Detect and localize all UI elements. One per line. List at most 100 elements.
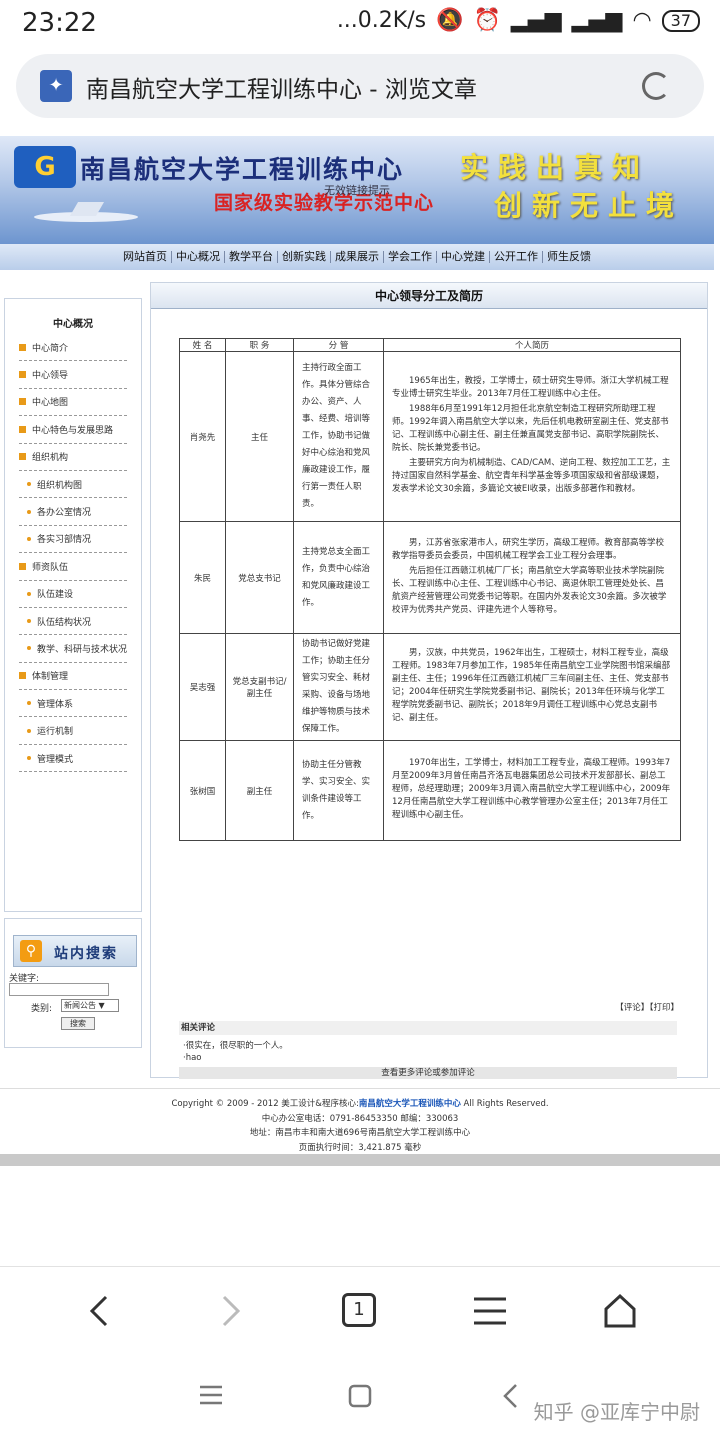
copyright-line: Copyright © 2009 - 2012 美工设计&程序核心:南昌航空大学… (0, 1097, 720, 1112)
bullet-icon (19, 343, 26, 351)
university-logo-icon: G (14, 146, 76, 188)
alarm-icon: ⏰ (473, 8, 501, 33)
header-position: 职 务 (225, 338, 294, 352)
sidebar-item-label: 运行机制 (37, 727, 74, 738)
footer-bar (0, 1154, 720, 1166)
nav-overview[interactable]: 中心概况 (172, 251, 225, 263)
cell-duty: 主持行政全面工作。具体分管综合办公、资产、人事、经费、培训等工作，协助书记做好中… (293, 351, 384, 522)
cell-position: 副主任 (225, 740, 294, 841)
forward-icon[interactable] (212, 1293, 248, 1329)
bullet-icon (19, 453, 26, 461)
dropdown-arrow-icon: ▼ (98, 1001, 105, 1010)
nav-achievements[interactable]: 成果展示 (331, 251, 384, 263)
recent-apps-icon[interactable] (198, 1384, 224, 1406)
sidebar-item[interactable]: 中心简介 (19, 334, 127, 362)
sidebar-item-label: 教学、科研与技术状况 (37, 644, 128, 655)
table-header-row: 姓 名 职 务 分 管 个人简历 (179, 338, 681, 352)
sidebar-item[interactable]: 组织机构 (19, 444, 127, 471)
sidebar-item[interactable]: 中心领导 (19, 361, 127, 389)
slogan-line-1: 实践出真知 (460, 151, 651, 184)
copyright-org-link[interactable]: 南昌航空大学工程训练中心 (359, 1099, 461, 1109)
system-back-icon[interactable] (500, 1382, 522, 1410)
cell-name: 张树国 (179, 740, 226, 841)
sidebar-item-label: 队伍建设 (37, 590, 74, 601)
sidebar-subitem[interactable]: 各办公室情况 (19, 498, 127, 526)
nav-public[interactable]: 公开工作 (490, 251, 543, 263)
banner-watermark: 无效链接提示 (324, 184, 390, 197)
bullet-icon (19, 425, 26, 433)
comment-print-links[interactable]: 【评论】【打印】 (615, 1001, 679, 1013)
sidebar-item[interactable]: 体制管理 (19, 663, 127, 691)
sidebar-subitem[interactable]: 队伍建设 (19, 581, 127, 608)
site-name: 南昌航空大学工程训练中心 (80, 155, 405, 184)
wifi-icon: ◠ (632, 8, 652, 33)
keyword-input[interactable] (9, 983, 109, 996)
back-icon[interactable] (82, 1293, 118, 1329)
cell-position: 主任 (225, 351, 294, 522)
bio-paragraph: 主要研究方向为机械制造、CAD/CAM、逆向工程、数控加工工艺，主持过国家自然科… (392, 458, 671, 494)
sidebar-heading: 中心概况 (53, 319, 93, 330)
site-search-panel: ⚲ 站内搜索 关键字: 类别: 新闻公告 ▼ 搜索 (4, 918, 142, 1048)
slogan-line-2: 创新无止境 (494, 189, 685, 222)
bullet-icon (19, 398, 26, 406)
sidebar-subitem[interactable]: 管理体系 (19, 690, 127, 718)
table-row: 朱民 党总支书记 主持党总支全面工作，负责中心综治和党风廉政建设工作。 男，江苏… (179, 521, 681, 634)
cell-bio: 1970年出生，工学博士，材料加工工程专业，高级工程师。1993年7月至2009… (383, 740, 681, 841)
web-page: G 南昌航空大学工程训练中心 国家级实验教学示范中心 无效链接提示 实践出真知 … (0, 136, 720, 1266)
cell-duty: 协助书记做好党建工作；协助主任分管实习安全、耗材采购、设备与场地维护等物质与技术… (293, 633, 384, 741)
sidebar-subitem[interactable]: 队伍结构状况 (19, 608, 127, 636)
cell-name: 朱民 (179, 521, 226, 634)
bullet-icon (19, 371, 26, 379)
nav-innovation[interactable]: 创新实践 (278, 251, 331, 263)
dot-icon (27, 646, 31, 651)
cell-duty: 协助主任分管教学、实习安全、实训条件建设等工作。 (293, 740, 384, 841)
sidebar-item[interactable]: 中心地图 (19, 389, 127, 417)
sidebar-subitem[interactable]: 运行机制 (19, 717, 127, 745)
sidebar-item[interactable]: 师资队伍 (19, 553, 127, 581)
sidebar-subitem[interactable]: 各实习部情况 (19, 526, 127, 554)
system-home-icon[interactable] (348, 1384, 372, 1408)
bio-paragraph: 1965年出生，教授，工学博士，硕士研究生导师。浙江大学机械工程专业博士研究生毕… (392, 376, 669, 399)
home-icon[interactable] (602, 1293, 638, 1329)
reload-icon[interactable] (642, 72, 670, 100)
sidebar-subitem[interactable]: 管理模式 (19, 745, 127, 773)
table-row: 肖尧先 主任 主持行政全面工作。具体分管综合办公、资产、人事、经费、培训等工作，… (179, 351, 681, 522)
sidebar-item-label: 队伍结构状况 (37, 617, 92, 628)
net-speed: ...0.2K/s (336, 8, 427, 33)
site-footer: Copyright © 2009 - 2012 美工设计&程序核心:南昌航空大学… (0, 1088, 720, 1154)
menu-icon[interactable] (472, 1293, 508, 1329)
dot-icon (27, 591, 31, 596)
nav-party[interactable]: 中心党建 (437, 251, 490, 263)
header-name: 姓 名 (179, 338, 226, 352)
dot-icon (27, 482, 31, 487)
nav-society[interactable]: 学会工作 (384, 251, 437, 263)
bio-paragraph: 1988年6月至1991年12月担任北京航空制造工程研究所助理工程师。1992年… (392, 404, 669, 453)
nav-teaching[interactable]: 教学平台 (225, 251, 278, 263)
cell-bio: 男，江苏省张家港市人，研究生学历，高级工程师。教育部高等学校教学指导委员会委员，… (383, 521, 681, 634)
more-comments-link[interactable]: 查看更多评论或参加评论 (179, 1067, 677, 1079)
sidebar-item-label: 各实习部情况 (37, 535, 92, 546)
address-line: 地址：南昌市丰和南大道696号南昌航空大学工程训练中心 (249, 1128, 471, 1138)
tabs-button[interactable]: 1 (342, 1293, 376, 1327)
site-search-title: ⚲ 站内搜索 (13, 935, 137, 967)
address-bar[interactable]: ✦ 南昌航空大学工程训练中心 - 浏览文章 (16, 54, 704, 118)
category-selected-value: 新闻公告 (64, 1001, 96, 1010)
nav-feedback[interactable]: 师生反馈 (543, 251, 595, 263)
zhihu-watermark: 知乎 @亚库宁中尉 (533, 1400, 700, 1424)
cell-duty: 主持党总支全面工作，负责中心综治和党风廉政建设工作。 (293, 521, 384, 634)
sidebar-item-label: 管理模式 (37, 754, 74, 765)
bullet-icon (19, 672, 26, 680)
dot-icon (27, 536, 31, 541)
search-button[interactable]: 搜索 (61, 1017, 95, 1030)
sidebar-subitem[interactable]: 组织机构图 (19, 471, 127, 499)
leaders-table: 姓 名 职 务 分 管 个人简历 肖尧先 主任 主持行政全面工作。具体分管综合办… (179, 338, 681, 841)
category-label: 类别: (31, 1004, 53, 1014)
exec-time-line: 页面执行时间：3,421.875 毫秒 (298, 1142, 422, 1153)
category-select[interactable]: 新闻公告 ▼ (61, 999, 119, 1012)
sidebar-subitem[interactable]: 教学、科研与技术状况 (19, 635, 128, 663)
nav-home[interactable]: 网站首页 (119, 251, 172, 263)
sidebar-item[interactable]: 中心特色与发展思路 (19, 416, 127, 444)
cell-position: 党总支书记 (225, 521, 294, 634)
bio-paragraph: 1970年出生，工学博士，材料加工工程专业，高级工程师。1993年7月至2009… (392, 758, 671, 820)
page-title[interactable]: 南昌航空大学工程训练中心 - 浏览文章 (86, 70, 477, 104)
